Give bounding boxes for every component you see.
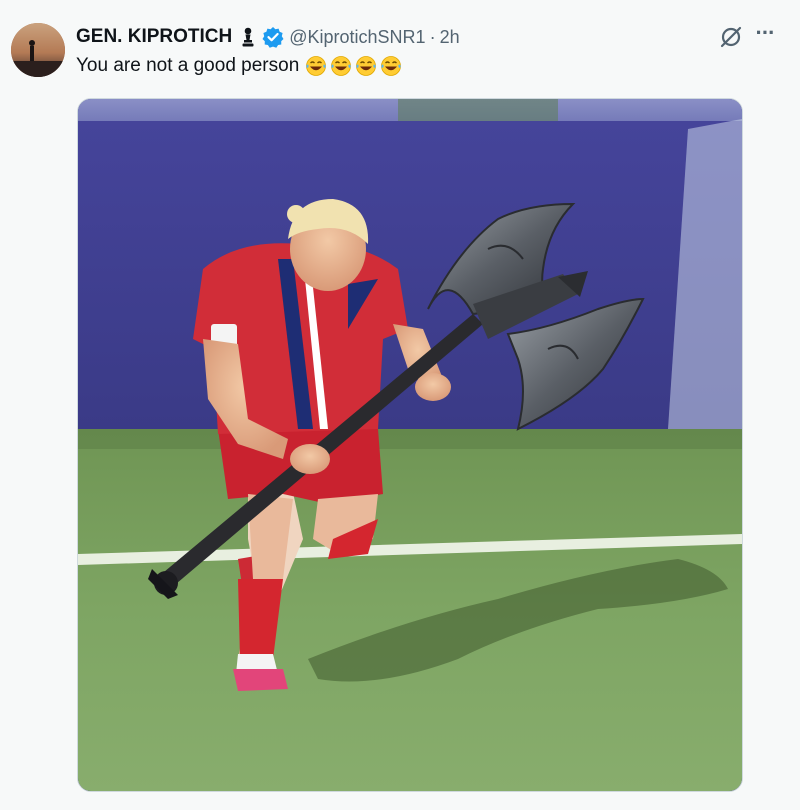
- timestamp[interactable]: 2h: [440, 27, 460, 48]
- separator-dot: ·: [429, 26, 436, 47]
- emoji-group: [305, 55, 405, 77]
- chess-pawn-icon: [240, 26, 256, 48]
- photo-illustration: [78, 99, 742, 791]
- tweet[interactable]: GEN. KIPROTICH @KiprotichSNR1 · 2h ··· Y…: [0, 0, 800, 810]
- more-icon[interactable]: ···: [750, 22, 780, 50]
- handle[interactable]: @KiprotichSNR1: [289, 27, 425, 48]
- laughing-crying-emoji-icon: [330, 55, 352, 77]
- tweet-header: GEN. KIPROTICH @KiprotichSNR1 · 2h: [76, 24, 460, 50]
- avatar[interactable]: [11, 23, 65, 77]
- tweet-text-body: You are not a good person: [76, 55, 300, 76]
- display-name[interactable]: GEN. KIPROTICH: [76, 26, 232, 48]
- laughing-crying-emoji-icon: [380, 55, 402, 77]
- tweet-media-photo[interactable]: [77, 98, 743, 792]
- tweet-text: You are not a good person: [76, 55, 405, 77]
- laughing-crying-emoji-icon: [355, 55, 377, 77]
- verified-badge-icon[interactable]: [262, 26, 284, 48]
- avatar-image: [11, 23, 65, 77]
- laughing-crying-emoji-icon: [305, 55, 327, 77]
- grok-icon[interactable]: [718, 24, 744, 50]
